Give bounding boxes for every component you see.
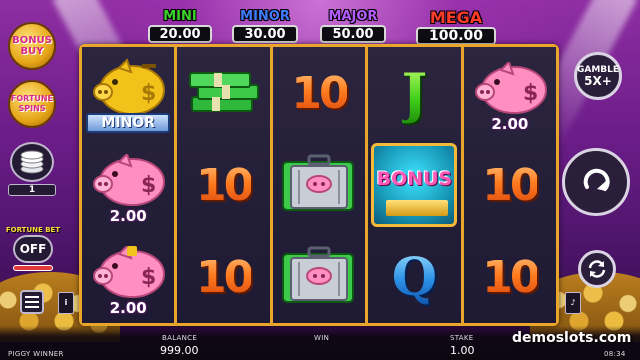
paytable-button[interactable]: i [58, 292, 74, 314]
jackpot-major-label: MAJOR [328, 9, 378, 24]
jack-symbol: J [401, 61, 428, 125]
ten-symbol: 10 [482, 251, 540, 303]
autoplay-icon [588, 260, 606, 278]
symbol-cash-case [273, 231, 365, 323]
watermark-text: demoslots.com [512, 330, 632, 346]
symbol-ten: 10 [177, 231, 269, 323]
autoplay-button[interactable] [578, 250, 616, 288]
jackpot-mega-label: MEGA [429, 8, 483, 27]
reel-3: 10 [272, 47, 366, 323]
clock: 08:34 [604, 350, 626, 358]
symbol-pink-pig: $ 2.00 [464, 47, 556, 139]
reel-4: J BONUS Q [368, 47, 461, 323]
gold-bars-icon [386, 200, 449, 216]
jackpot-major: MAJOR 50.00 [320, 10, 386, 43]
jackpot-minor-label: MINOR [240, 9, 290, 24]
reel-1: $ MINOR $ 2.00 $ 2.00 [82, 47, 175, 323]
bonus-symbol-text: BONUS [376, 168, 453, 190]
sound-button[interactable]: ♪ [565, 292, 581, 314]
coin-value-button[interactable]: 1 [6, 140, 58, 198]
svg-text:$: $ [141, 173, 156, 198]
cash-stack-icon [188, 72, 259, 112]
symbol-bonus: BONUS [368, 139, 460, 231]
gamble-button[interactable]: GAMBLE 5X+ [574, 52, 622, 100]
fortune-bet-indicator [13, 264, 53, 271]
jackpot-mega-value: 100.00 [416, 27, 496, 45]
pig-value: 2.00 [109, 207, 147, 225]
reels-grid: $ MINOR $ 2.00 $ 2.00 10 10 10 J BONUS Q… [82, 47, 557, 323]
bonus-buy-line1: BONUS [12, 35, 52, 46]
balance-value: 999.00 [160, 344, 199, 357]
game-stage: MINI 20.00 MINOR 30.00 MAJOR 50.00 MEGA … [0, 0, 640, 360]
sound-icon: ♪ [570, 298, 576, 307]
jackpot-mini-label: MINI [163, 9, 197, 24]
cash-briefcase-icon [282, 154, 355, 211]
symbol-pink-pig: $ 2.00 [82, 139, 174, 231]
symbol-ten: 10 [464, 231, 556, 323]
spin-arrow-icon [583, 168, 610, 191]
svg-text:$: $ [523, 81, 538, 106]
bottom-status-bar: PIGGY WINNER BALANCE 999.00 WIN STAKE 1.… [0, 326, 640, 360]
svg-text:$: $ [141, 265, 156, 290]
fortune-bet-toggle[interactable]: FORTUNE BET OFF [4, 222, 62, 274]
jackpot-minor-value: 30.00 [232, 25, 298, 43]
symbol-jack: J [368, 47, 460, 139]
jackpot-mini-value: 20.00 [148, 25, 212, 43]
fortune-spins-line1: FORTUNE [10, 94, 54, 103]
jackpot-major-value: 50.00 [320, 25, 386, 43]
symbol-cash-case [273, 139, 365, 231]
coin-stack-icon [10, 142, 54, 182]
fortune-spins-button[interactable]: FORTUNE SPINS [8, 80, 56, 128]
symbol-ten: 10 [177, 139, 269, 231]
jackpot-mega: MEGA 100.00 [416, 10, 496, 45]
reel-5: $ 2.00 10 10 [463, 47, 557, 323]
symbol-cash-stack [177, 47, 269, 139]
win-label: WIN [314, 334, 330, 342]
ten-symbol: 10 [482, 159, 540, 211]
pig-value: 2.00 [109, 299, 147, 317]
cash-briefcase-icon [282, 246, 355, 303]
fortune-bet-label: FORTUNE BET [5, 225, 61, 234]
queen-symbol: Q [391, 246, 438, 308]
game-name: PIGGY WINNER [8, 350, 64, 358]
bonus-buy-line2: BUY [20, 46, 44, 57]
gamble-multiplier: 5X+ [584, 74, 612, 88]
balance-label: BALANCE [162, 334, 198, 342]
ten-symbol: 10 [291, 67, 349, 119]
ten-symbol: 10 [195, 251, 254, 303]
symbol-queen: Q [368, 231, 460, 323]
stake-label: STAKE [450, 334, 474, 342]
bonus-buy-button[interactable]: BONUS BUY [8, 22, 56, 70]
fortune-bet-state: OFF [13, 234, 53, 263]
fortune-spins-line2: SPINS [18, 104, 46, 113]
stake-value: 1.00 [450, 344, 475, 357]
spin-button[interactable] [562, 148, 630, 216]
minor-jackpot-tag: MINOR [86, 113, 171, 133]
coin-value-display: 1 [8, 184, 56, 196]
menu-button[interactable] [20, 290, 44, 314]
jackpot-minor: MINOR 30.00 [232, 10, 298, 43]
pig-value: 2.00 [491, 115, 529, 133]
symbol-gold-pig: $ MINOR [82, 47, 174, 139]
symbol-ten: 10 [464, 139, 556, 231]
reel-2: 10 10 [177, 47, 270, 323]
ten-symbol: 10 [195, 159, 254, 211]
hamburger-menu-icon [25, 301, 39, 303]
symbol-ten: 10 [273, 47, 365, 139]
jackpot-mini: MINI 20.00 [148, 10, 212, 43]
svg-text:$: $ [141, 81, 156, 106]
bonus-scatter-tile: BONUS [371, 143, 458, 227]
symbol-pink-pig: $ 2.00 [82, 231, 174, 323]
info-icon: i [64, 298, 68, 307]
